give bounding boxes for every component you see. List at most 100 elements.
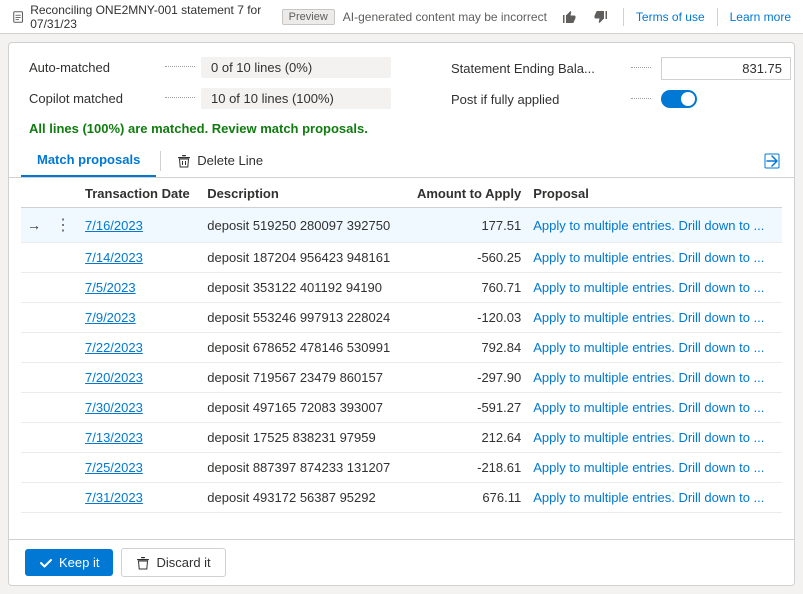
balance-dots bbox=[631, 67, 651, 68]
row-description: deposit 187204 956423 948161 bbox=[201, 243, 405, 273]
table-row[interactable]: 7/14/2023deposit 187204 956423 948161-56… bbox=[21, 243, 782, 273]
col-proposal: Proposal bbox=[527, 178, 782, 208]
table-row[interactable]: 7/31/2023deposit 493172 56387 95292676.1… bbox=[21, 483, 782, 513]
row-more-cell bbox=[47, 363, 79, 393]
summary-left: Auto-matched 0 of 10 lines (0%) Copilot … bbox=[29, 57, 391, 109]
table-row[interactable]: 7/20/2023deposit 719567 23479 860157-297… bbox=[21, 363, 782, 393]
expand-icon bbox=[764, 153, 780, 169]
keep-it-label: Keep it bbox=[59, 555, 99, 570]
thumbs-up-icon bbox=[561, 9, 577, 25]
row-amount: 177.51 bbox=[405, 208, 527, 243]
thumbs-down-icon bbox=[593, 9, 609, 25]
table-row[interactable]: 7/25/2023deposit 887397 874233 131207-21… bbox=[21, 453, 782, 483]
row-more-cell bbox=[47, 243, 79, 273]
row-proposal[interactable]: Apply to multiple entries. Drill down to… bbox=[527, 453, 782, 483]
row-date[interactable]: 7/20/2023 bbox=[79, 363, 201, 393]
row-proposal[interactable]: Apply to multiple entries. Drill down to… bbox=[527, 483, 782, 513]
row-more-cell bbox=[47, 273, 79, 303]
row-proposal[interactable]: Apply to multiple entries. Drill down to… bbox=[527, 333, 782, 363]
table-row[interactable]: 7/30/2023deposit 497165 72083 393007-591… bbox=[21, 393, 782, 423]
row-arrow bbox=[21, 423, 47, 453]
row-description: deposit 353122 401192 94190 bbox=[201, 273, 405, 303]
row-date[interactable]: 7/30/2023 bbox=[79, 393, 201, 423]
tab-delete-line[interactable]: Delete Line bbox=[165, 147, 275, 174]
row-amount: 760.71 bbox=[405, 273, 527, 303]
row-proposal[interactable]: Apply to multiple entries. Drill down to… bbox=[527, 363, 782, 393]
toggle-thumb bbox=[681, 92, 695, 106]
row-date[interactable]: 7/25/2023 bbox=[79, 453, 201, 483]
learn-more-link[interactable]: Learn more bbox=[730, 10, 791, 24]
table-row[interactable]: → ⋮ 7/16/2023deposit 519250 280097 3927501… bbox=[21, 208, 782, 243]
row-proposal[interactable]: Apply to multiple entries. Drill down to… bbox=[527, 208, 782, 243]
post-dots bbox=[631, 98, 651, 99]
table-row[interactable]: 7/9/2023deposit 553246 997913 228024-120… bbox=[21, 303, 782, 333]
post-toggle[interactable] bbox=[661, 90, 697, 108]
divider-1 bbox=[623, 8, 624, 26]
check-icon bbox=[39, 556, 53, 570]
row-date[interactable]: 7/16/2023 bbox=[79, 208, 201, 243]
col-description: Description bbox=[201, 178, 405, 208]
copilot-matched-dots bbox=[165, 97, 195, 98]
post-if-applied-label: Post if fully applied bbox=[451, 92, 621, 107]
terms-of-use-link[interactable]: Terms of use bbox=[636, 10, 705, 24]
row-amount: -560.25 bbox=[405, 243, 527, 273]
ai-notice-text: AI-generated content may be incorrect bbox=[343, 10, 547, 24]
row-proposal[interactable]: Apply to multiple entries. Drill down to… bbox=[527, 303, 782, 333]
row-description: deposit 678652 478146 530991 bbox=[201, 333, 405, 363]
row-amount: 212.64 bbox=[405, 423, 527, 453]
row-more-cell bbox=[47, 423, 79, 453]
row-arrow: → bbox=[21, 208, 47, 243]
statement-ending-input[interactable] bbox=[661, 57, 791, 80]
row-amount: -218.61 bbox=[405, 453, 527, 483]
row-proposal[interactable]: Apply to multiple entries. Drill down to… bbox=[527, 243, 782, 273]
row-description: deposit 519250 280097 392750 bbox=[201, 208, 405, 243]
col-amount: Amount to Apply bbox=[405, 178, 527, 208]
top-bar-right: AI-generated content may be incorrect Te… bbox=[343, 7, 791, 27]
post-row: Post if fully applied bbox=[451, 90, 791, 108]
keep-it-button[interactable]: Keep it bbox=[25, 549, 113, 576]
tabs-bar: Match proposals Delete Line bbox=[9, 144, 794, 178]
tab-match-proposals[interactable]: Match proposals bbox=[21, 144, 156, 177]
table-row[interactable]: 7/22/2023deposit 678652 478146 530991792… bbox=[21, 333, 782, 363]
tab-delete-line-label: Delete Line bbox=[197, 153, 263, 168]
expand-icon-button[interactable] bbox=[762, 151, 782, 171]
row-date[interactable]: 7/14/2023 bbox=[79, 243, 201, 273]
row-date[interactable]: 7/22/2023 bbox=[79, 333, 201, 363]
table-row[interactable]: 7/5/2023deposit 353122 401192 94190760.7… bbox=[21, 273, 782, 303]
more-options-button[interactable]: ⋮ bbox=[53, 215, 73, 235]
table-container[interactable]: Transaction Date Description Amount to A… bbox=[9, 178, 794, 539]
table-row[interactable]: 7/13/2023deposit 17525 838231 97959212.6… bbox=[21, 423, 782, 453]
row-date[interactable]: 7/5/2023 bbox=[79, 273, 201, 303]
row-more-cell bbox=[47, 453, 79, 483]
tab-divider bbox=[160, 151, 161, 171]
trash-icon bbox=[136, 556, 150, 570]
row-date[interactable]: 7/31/2023 bbox=[79, 483, 201, 513]
row-description: deposit 497165 72083 393007 bbox=[201, 393, 405, 423]
row-arrow bbox=[21, 363, 47, 393]
summary-section: Auto-matched 0 of 10 lines (0%) Copilot … bbox=[9, 43, 794, 117]
copilot-matched-row: Copilot matched 10 of 10 lines (100%) bbox=[29, 88, 391, 109]
all-matched-message: All lines (100%) are matched. Review mat… bbox=[9, 117, 794, 144]
statement-ending-row: Statement Ending Bala... bbox=[451, 57, 791, 80]
bottom-bar: Keep it Discard it bbox=[9, 539, 794, 585]
row-arrow bbox=[21, 333, 47, 363]
discard-it-button[interactable]: Discard it bbox=[121, 548, 225, 577]
row-amount: -297.90 bbox=[405, 363, 527, 393]
row-more-cell bbox=[47, 303, 79, 333]
row-arrow bbox=[21, 483, 47, 513]
col-more bbox=[47, 178, 79, 208]
row-proposal[interactable]: Apply to multiple entries. Drill down to… bbox=[527, 273, 782, 303]
row-proposal[interactable]: Apply to multiple entries. Drill down to… bbox=[527, 393, 782, 423]
row-amount: 676.11 bbox=[405, 483, 527, 513]
tab-match-proposals-label: Match proposals bbox=[37, 152, 140, 167]
main-content: Auto-matched 0 of 10 lines (0%) Copilot … bbox=[8, 42, 795, 586]
row-date[interactable]: 7/13/2023 bbox=[79, 423, 201, 453]
thumbs-down-button[interactable] bbox=[591, 7, 611, 27]
document-icon bbox=[12, 10, 24, 24]
row-date[interactable]: 7/9/2023 bbox=[79, 303, 201, 333]
row-description: deposit 553246 997913 228024 bbox=[201, 303, 405, 333]
thumbs-up-button[interactable] bbox=[559, 7, 579, 27]
row-description: deposit 887397 874233 131207 bbox=[201, 453, 405, 483]
row-proposal[interactable]: Apply to multiple entries. Drill down to… bbox=[527, 423, 782, 453]
row-description: deposit 719567 23479 860157 bbox=[201, 363, 405, 393]
